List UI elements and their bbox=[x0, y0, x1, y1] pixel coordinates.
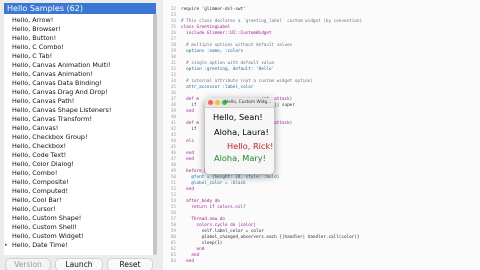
list-item[interactable]: Hello, Checkbox Group! bbox=[4, 133, 88, 142]
list-item[interactable]: Hello, Canvas Data Binding! bbox=[4, 79, 102, 88]
list-item[interactable]: Hello, Custom Shape! bbox=[4, 214, 81, 223]
list-item[interactable]: Hello, Custom Widget! bbox=[4, 232, 84, 241]
list-item[interactable]: Hello, Cool Bar! bbox=[4, 196, 62, 205]
list-item[interactable]: Hello, Canvas Path! bbox=[4, 97, 74, 106]
minimize-window-icon[interactable] bbox=[215, 100, 220, 105]
list-item[interactable]: Hello, Computed! bbox=[4, 187, 68, 196]
samples-list-header: Hello Samples (62) bbox=[4, 3, 156, 14]
samples-panel: Hello Samples (62) Hello, Arrow! Hello, B… bbox=[0, 0, 160, 270]
samples-scrollbar-thumb[interactable] bbox=[153, 14, 157, 255]
code-text: end bbox=[181, 259, 194, 264]
close-window-icon[interactable] bbox=[208, 100, 213, 105]
window-title: Hello, Custom Widg... bbox=[225, 100, 272, 105]
samples-list[interactable]: Hello, Arrow! Hello, Browser! Hello, Butto… bbox=[4, 14, 156, 255]
list-item[interactable]: Hello, Canvas Shape Listeners! bbox=[4, 106, 111, 115]
list-item[interactable]: Hello, Composite! bbox=[4, 178, 69, 187]
launch-button[interactable]: Launch bbox=[56, 259, 102, 270]
line-number: 64 bbox=[170, 259, 176, 264]
list-item[interactable]: Hello, Canvas Drag And Drop! bbox=[4, 88, 108, 97]
list-item[interactable]: Hello, C Combo! bbox=[4, 43, 64, 52]
list-item[interactable]: Hello, Button! bbox=[4, 34, 56, 43]
list-item[interactable]: Hello, Browser! bbox=[4, 25, 61, 34]
list-item[interactable]: Hello, Canvas! bbox=[4, 124, 58, 133]
samples-scrollbar[interactable] bbox=[153, 14, 157, 255]
greeting-label: Hello, Sean! bbox=[213, 112, 263, 122]
list-item[interactable]: Hello, Combo! bbox=[4, 169, 57, 178]
list-item[interactable]: Hello, Arrow! bbox=[4, 16, 53, 25]
reset-button[interactable]: Reset bbox=[108, 259, 152, 270]
list-item[interactable]: Hello, Color Dialog! bbox=[4, 160, 74, 169]
list-item[interactable]: Hello, Canvas Animation! bbox=[4, 70, 93, 79]
greeting-label: Hello, Rick! bbox=[227, 141, 274, 151]
list-item[interactable]: Hello, Checkbox! bbox=[4, 142, 66, 151]
greeting-label: Aloha, Laura! bbox=[214, 127, 269, 137]
code-line: 64 end bbox=[163, 258, 480, 266]
list-item[interactable]: Hello, Code Text! bbox=[4, 151, 66, 160]
list-item[interactable]: Hello, Custom Shell! bbox=[4, 223, 77, 232]
window-titlebar[interactable]: Hello, Custom Widg... bbox=[205, 98, 274, 108]
selected-item-icon: ▸ bbox=[5, 242, 8, 248]
custom-widget-window[interactable]: Hello, Custom Widg... Hello, Sean! Aloha,… bbox=[205, 98, 274, 174]
greeting-label: Aloha, Mary! bbox=[214, 153, 266, 163]
list-item[interactable]: Hello, C Tab! bbox=[4, 52, 52, 61]
list-item[interactable]: Hello, Date Time! ▸ bbox=[4, 241, 68, 250]
list-item[interactable]: Hello, Canvas Transform! bbox=[4, 115, 92, 124]
list-item[interactable]: Hello, Cursor! bbox=[4, 205, 56, 214]
list-item[interactable]: Hello, Canvas Animation Multi! bbox=[4, 61, 111, 70]
version-button[interactable]: Version bbox=[6, 259, 50, 270]
